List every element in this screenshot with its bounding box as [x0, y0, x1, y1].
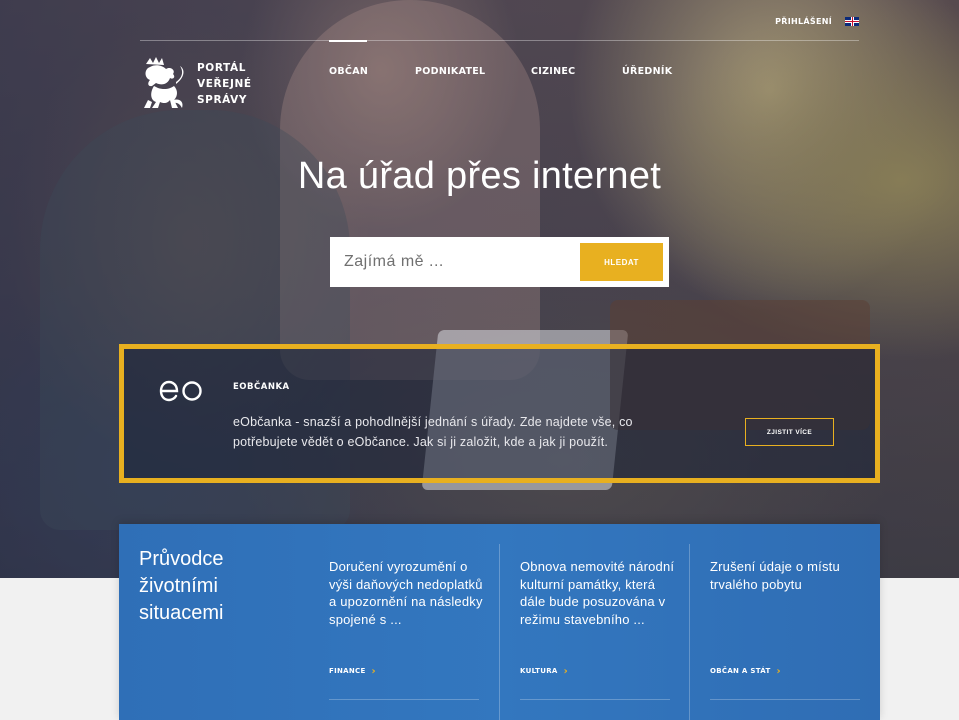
czech-lion-icon	[144, 57, 184, 108]
search-input[interactable]	[330, 237, 575, 287]
eobcanka-title: EOBČANKA	[233, 382, 290, 392]
chevron-right-icon: ›	[776, 666, 781, 677]
chevron-right-icon: ›	[563, 666, 569, 677]
situation-card-text[interactable]: Obnova nemovité národní kulturní památky…	[520, 558, 680, 628]
eobcanka-banner: EOBČANKA eObčanka - snazší a pohodlnější…	[119, 344, 880, 483]
eobcanka-description: eObčanka - snazší a pohodlnější jednání …	[233, 415, 633, 449]
uk-flag-icon[interactable]	[845, 17, 859, 26]
situation-card[interactable]: Zrušení údaje o místu trvalého pobytu OB…	[689, 544, 879, 720]
hero-section: PŘIHLÁŠENÍ PORTÁL VEŘEJNÉ SPRÁVY OBČAN P…	[0, 0, 959, 578]
card-divider	[329, 699, 479, 700]
login-link[interactable]: PŘIHLÁŠENÍ	[775, 17, 832, 26]
situation-card[interactable]: Obnova nemovité národní kulturní památky…	[499, 544, 689, 720]
situation-category-label: FINANCE	[329, 667, 366, 675]
eobcanka-logo-icon	[159, 380, 202, 402]
situation-category-label: KULTURA	[520, 667, 558, 675]
situation-card-text[interactable]: Zrušení údaje o místu trvalého pobytu	[710, 558, 870, 593]
situation-category-label: OBČAN A STÁT	[710, 667, 771, 675]
nav-item-obcan[interactable]: OBČAN	[329, 40, 415, 101]
nav-item-cizinec[interactable]: CIZINEC	[531, 41, 622, 101]
situation-category-link[interactable]: FINANCE ›	[329, 665, 376, 677]
nav-item-podnikatel[interactable]: PODNIKATEL	[415, 41, 531, 101]
hero-title: Na úřad přes internet	[297, 155, 662, 197]
life-situations-panel: Průvodce životními situacemi Doručení vy…	[119, 524, 880, 720]
card-divider	[710, 699, 860, 700]
situation-card-text[interactable]: Doručení vyrozumění o výši daňových nedo…	[329, 558, 489, 628]
search-button[interactable]: HLEDAT	[580, 243, 663, 281]
main-nav: OBČAN PODNIKATEL CIZINEC ÚŘEDNÍK	[329, 40, 702, 101]
logo-line-2: VEŘEJNÉ	[197, 78, 252, 90]
portal-logo-text: PORTÁL VEŘEJNÉ SPRÁVY	[197, 60, 252, 108]
situation-card[interactable]: Doručení vyrozumění o výši daňových nedo…	[309, 544, 499, 720]
logo-line-1: PORTÁL	[197, 62, 246, 74]
portal-logo[interactable]: PORTÁL VEŘEJNÉ SPRÁVY	[140, 56, 270, 116]
situation-category-link[interactable]: OBČAN A STÁT ›	[710, 665, 781, 677]
nav-item-urednik[interactable]: ÚŘEDNÍK	[622, 41, 702, 101]
search-box: HLEDAT	[330, 237, 669, 287]
chevron-right-icon: ›	[371, 666, 376, 677]
life-situations-title: Průvodce životními situacemi	[139, 548, 224, 624]
logo-line-3: SPRÁVY	[197, 94, 248, 106]
learn-more-button[interactable]: ZJISTIT VÍCE	[745, 418, 834, 446]
card-divider	[520, 699, 670, 700]
situation-category-link[interactable]: KULTURA ›	[520, 665, 569, 677]
